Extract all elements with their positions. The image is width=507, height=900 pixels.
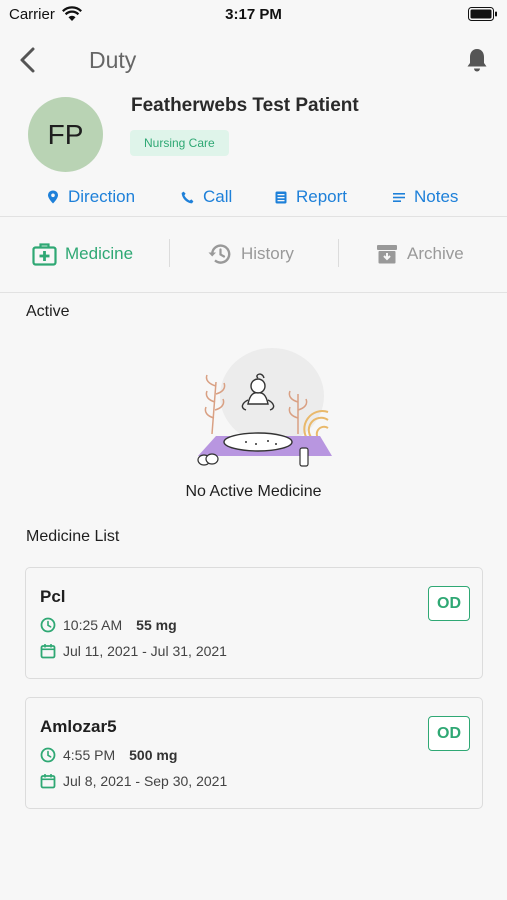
history-icon [208,244,231,264]
care-type-badge: Nursing Care [130,130,229,156]
frequency-badge[interactable]: OD [428,716,470,751]
medicine-list-heading: Medicine List [26,528,120,545]
medicine-time-row: 4:55 PM 500 mg [40,746,177,764]
medicine-time: 10:25 AM [63,617,123,633]
medicine-time: 4:55 PM [63,747,116,763]
tab-history-label: History [241,244,294,263]
nav-bar: Duty [0,38,507,82]
calendar-icon [40,774,56,789]
page-title: Duty [89,47,137,73]
meditation-illustration [197,348,332,467]
clock: 3:17 PM [225,6,282,23]
medicine-dates: Jul 11, 2021 - Jul 31, 2021 [63,643,227,659]
medicine-kit-icon [32,243,57,266]
tab-archive[interactable]: Archive [375,238,464,270]
medicine-time-row: 10:25 AM 55 mg [40,616,177,634]
medicine-card[interactable]: Amlozar5 4:55 PM 500 mg Jul 8, 2021 - Se… [25,697,483,809]
patient-actions: Direction Call Report Notes [0,185,507,209]
direction-label: Direction [68,187,136,206]
avatar-initials: FP [47,118,84,150]
tab-bar: Medicine History Archive [0,238,507,270]
report-label: Report [296,187,348,206]
call-label: Call [203,187,233,206]
status-bar: Carrier 3:17 PM [0,0,507,30]
direction-button[interactable]: Direction [47,185,135,209]
calendar-icon [40,644,56,659]
frequency-badge[interactable]: OD [428,586,470,621]
patient-name: Featherwebs Test Patient [131,95,359,116]
notes-button[interactable]: Notes [393,185,458,209]
tab-archive-label: Archive [407,244,464,263]
medicine-date-row: Jul 11, 2021 - Jul 31, 2021 [40,642,227,660]
phone-icon [181,191,194,203]
bell-icon[interactable] [465,47,489,73]
tab-medicine[interactable]: Medicine [32,238,133,270]
clock-icon [40,747,56,763]
archive-icon [377,245,397,264]
medicine-name: Amlozar5 [40,717,117,736]
tab-medicine-label: Medicine [65,244,134,263]
tab-separator [338,239,339,267]
tab-separator [169,239,170,267]
patient-avatar: FP [28,97,103,172]
medicine-card[interactable]: Pcl 10:25 AM 55 mg Jul 11, 2021 - Jul 31… [25,567,483,679]
active-section-heading: Active [26,303,70,320]
medicine-dose: 500 mg [129,747,178,763]
divider [0,292,507,293]
back-chevron-icon[interactable] [16,46,40,74]
call-button[interactable]: Call [181,185,232,209]
notes-label: Notes [414,187,459,206]
location-pin-icon [48,190,58,204]
medicine-dose: 55 mg [136,617,177,633]
tab-history[interactable]: History [207,238,294,270]
report-button[interactable]: Report [275,185,347,209]
clock-icon [40,617,56,633]
medicine-date-row: Jul 8, 2021 - Sep 30, 2021 [40,772,227,790]
notes-icon [393,192,405,202]
medicine-dates: Jul 8, 2021 - Sep 30, 2021 [63,773,228,789]
empty-state-text: No Active Medicine [185,483,322,500]
medicine-name: Pcl [40,587,66,606]
report-icon [275,191,287,203]
battery-icon [468,7,497,21]
divider [0,216,507,217]
